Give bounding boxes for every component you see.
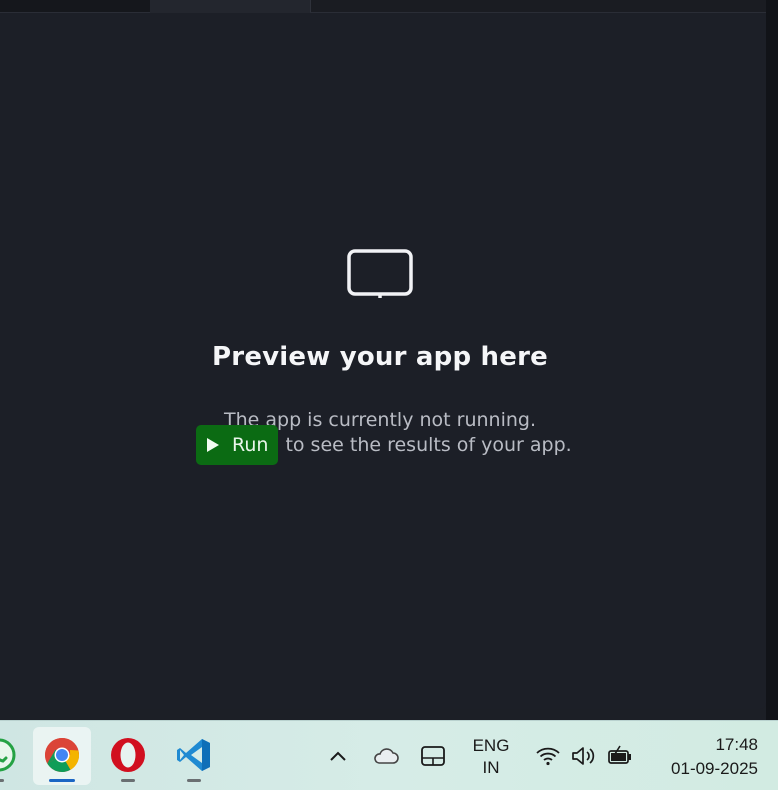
chrome-icon <box>45 738 79 772</box>
touchpad-button[interactable] <box>417 741 449 771</box>
onedrive-button[interactable] <box>370 741 402 771</box>
opera-icon <box>111 738 145 772</box>
region-code: IN <box>482 758 500 777</box>
battery-charging-icon <box>608 745 631 764</box>
vscode-icon <box>177 739 210 771</box>
page-title: Preview your app here <box>212 342 548 372</box>
tab-active[interactable] <box>150 0 310 13</box>
battery-button[interactable] <box>604 741 636 771</box>
run-instruction: Run to see the results of your app. <box>196 425 572 465</box>
run-button-label: Run <box>232 434 269 456</box>
taskbar-app-whatsapp[interactable] <box>0 727 28 785</box>
running-indicator <box>49 779 75 782</box>
taskbar: ENG IN 17:48 01-09-2025 <box>0 720 778 790</box>
show-hidden-icons-button[interactable] <box>322 741 354 771</box>
run-button[interactable]: Run <box>196 425 279 465</box>
tab-right[interactable] <box>310 0 766 12</box>
wifi-icon <box>536 747 560 766</box>
whatsapp-icon <box>0 738 16 772</box>
running-indicator <box>121 779 135 782</box>
volume-button[interactable] <box>568 741 600 771</box>
system-clock[interactable]: 17:48 01-09-2025 <box>671 733 758 781</box>
input-language-button[interactable]: ENG IN <box>466 735 516 779</box>
clock-date: 01-09-2025 <box>671 759 758 778</box>
app-window: Preview your app here The app is current… <box>0 0 766 709</box>
running-indicator <box>0 779 4 782</box>
monitor-icon <box>347 249 413 298</box>
running-indicator <box>187 779 201 782</box>
speaker-icon <box>572 747 595 765</box>
language-code: ENG <box>472 736 510 755</box>
chevron-up-icon <box>330 751 346 761</box>
cloud-icon <box>374 748 399 764</box>
window-edge <box>766 0 778 720</box>
tab-left[interactable] <box>0 0 150 12</box>
taskbar-app-chrome[interactable] <box>33 727 91 785</box>
taskbar-app-vscode[interactable] <box>165 727 223 785</box>
clock-time: 17:48 <box>715 735 758 754</box>
tab-strip <box>0 0 766 13</box>
play-icon <box>207 438 219 452</box>
taskbar-app-opera[interactable] <box>99 727 157 785</box>
run-instruction-text: to see the results of your app. <box>285 434 572 456</box>
touchpad-icon <box>421 746 445 766</box>
network-button[interactable] <box>532 741 564 771</box>
